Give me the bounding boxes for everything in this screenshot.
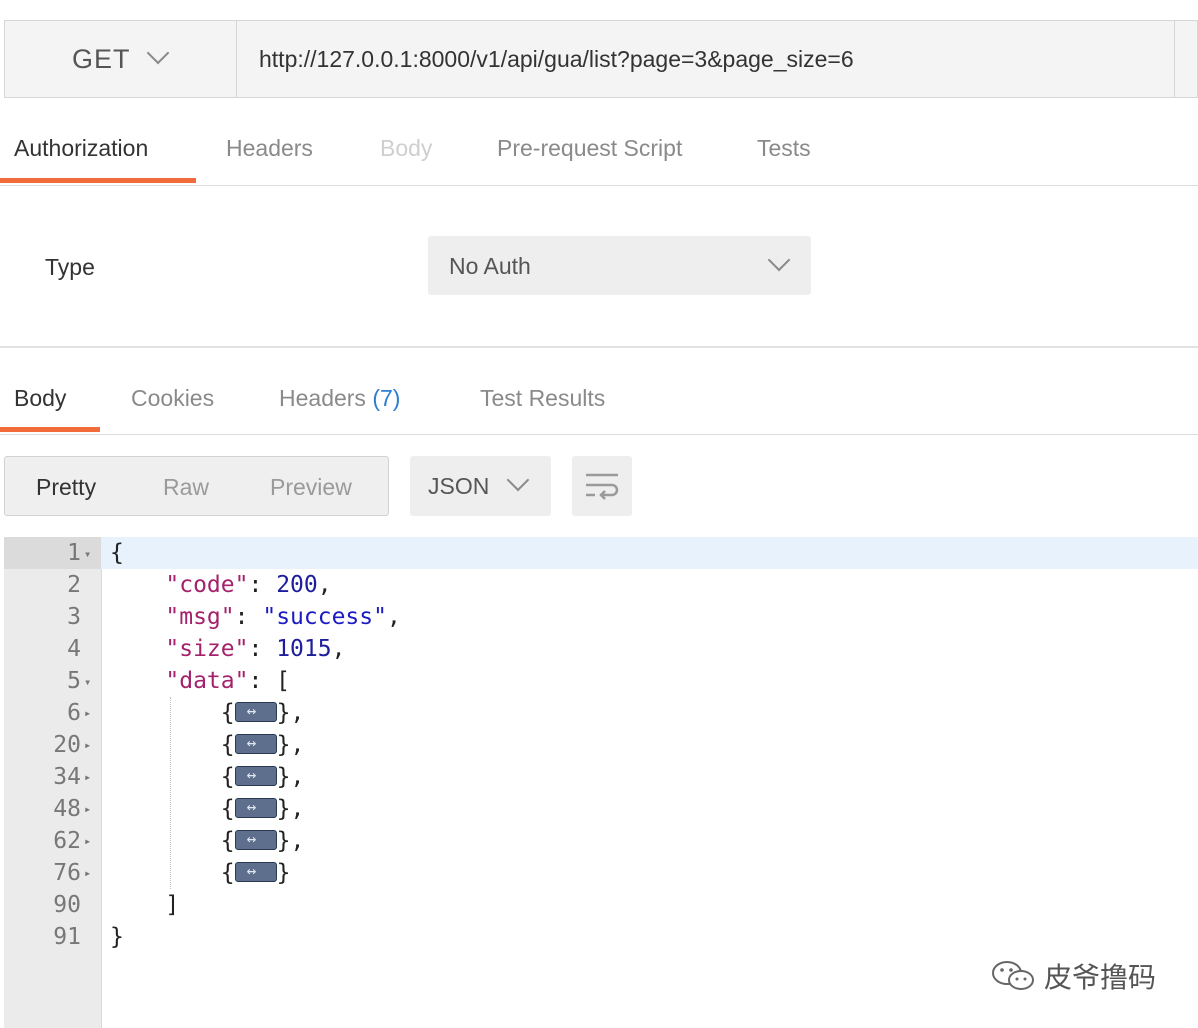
headers-label: Headers	[279, 385, 366, 411]
line-number: 2	[67, 572, 81, 598]
chevron-down-icon	[767, 248, 791, 272]
line-number: 3	[67, 604, 81, 630]
code-line: 2 "code": 200,	[4, 569, 1198, 601]
tab-test-results[interactable]: Test Results	[480, 385, 605, 412]
code-text: "data": [	[165, 668, 291, 694]
watermark-text: 皮爷撸码	[1044, 961, 1157, 994]
response-editor[interactable]: 1 ▾ { 2 "code": 200, 3 "msg": "success",…	[4, 537, 1198, 1028]
json-number: 1015	[276, 636, 332, 662]
code-text: {},	[110, 759, 305, 793]
code-line: 5 ▾ "data": [	[4, 665, 1198, 697]
view-mode-segmented: Pretty Raw Preview	[4, 456, 389, 516]
preview-button[interactable]: Preview	[270, 474, 352, 501]
code-text: "msg": "success",	[165, 604, 401, 630]
code-line: 3 "msg": "success",	[4, 601, 1198, 633]
wrap-lines-button[interactable]	[572, 456, 632, 516]
auth-type-label: Type	[45, 254, 95, 280]
chevron-down-icon	[146, 41, 170, 65]
chevron-down-icon	[506, 468, 530, 492]
fold-closed-icon[interactable]: ▸	[84, 761, 91, 793]
json-key: "size"	[165, 636, 249, 662]
code-text: "size": 1015,	[165, 636, 346, 662]
code-line: 4 "size": 1015,	[4, 633, 1198, 665]
code-line: 90 ]	[4, 889, 1198, 921]
collapsed-object-icon[interactable]	[234, 695, 277, 727]
tab-headers[interactable]: Headers	[226, 135, 313, 162]
wrap-icon	[586, 473, 619, 500]
json-key: "data"	[165, 668, 249, 694]
tab-response-body[interactable]: Body	[14, 385, 66, 412]
fold-closed-icon[interactable]: ▸	[84, 825, 91, 857]
active-tab-indicator	[0, 178, 196, 183]
wechat-icon	[992, 961, 1034, 990]
pretty-button[interactable]: Pretty	[36, 474, 96, 501]
code-line: 20 ▸ {},	[4, 727, 1198, 761]
line-number: 76	[53, 860, 81, 886]
collapsed-object-icon[interactable]	[234, 791, 277, 823]
code-line: 6 ▸ {},	[4, 695, 1198, 729]
line-number: 91	[53, 924, 81, 950]
code-text: {},	[110, 791, 305, 825]
line-number: 34	[53, 764, 81, 790]
tab-tests[interactable]: Tests	[757, 135, 811, 162]
request-tabs: Authorization Headers Body Pre-request S…	[0, 100, 1198, 186]
json-string: "success"	[262, 604, 387, 630]
line-number: 20	[53, 732, 81, 758]
fold-closed-icon[interactable]: ▸	[84, 793, 91, 825]
method-label: GET	[72, 43, 131, 74]
fold-closed-icon[interactable]: ▸	[84, 857, 91, 889]
line-number: 62	[53, 828, 81, 854]
fold-closed-icon[interactable]: ▸	[84, 729, 91, 761]
collapsed-object-icon[interactable]	[234, 759, 277, 791]
code-line: 62 ▸ {},	[4, 823, 1198, 857]
code-line: 91 }	[4, 921, 1198, 953]
tab-pre-request-script[interactable]: Pre-request Script	[497, 135, 682, 162]
json-key: "msg"	[165, 604, 235, 630]
line-number: 1	[67, 540, 81, 566]
tab-authorization[interactable]: Authorization	[14, 135, 148, 162]
active-tab-indicator	[0, 427, 100, 432]
code-text: {	[110, 540, 124, 566]
tab-response-headers[interactable]: Headers (7)	[279, 385, 400, 412]
response-tabs: Body Cookies Headers (7) Test Results	[0, 348, 1198, 435]
code-line: 1 ▾ {	[4, 537, 1198, 569]
line-number: 6	[67, 700, 81, 726]
raw-button[interactable]: Raw	[163, 474, 209, 501]
format-dropdown[interactable]: JSON	[410, 456, 551, 516]
code-text: {}	[110, 855, 291, 889]
line-number: 4	[67, 636, 81, 662]
method-dropdown[interactable]: GET	[5, 21, 237, 97]
auth-type-value: No Auth	[449, 253, 531, 279]
collapsed-object-icon[interactable]	[234, 855, 277, 887]
url-input[interactable]: http://127.0.0.1:8000/v1/api/gua/list?pa…	[237, 21, 1175, 97]
format-value: JSON	[428, 473, 490, 499]
tab-body[interactable]: Body	[380, 135, 432, 162]
line-number: 90	[53, 892, 81, 918]
line-number: 5	[67, 668, 81, 694]
json-number: 200	[276, 572, 318, 598]
request-bar: GET http://127.0.0.1:8000/v1/api/gua/lis…	[4, 20, 1198, 98]
code-text: {},	[110, 823, 305, 857]
code-text: ]	[110, 892, 180, 918]
fold-open-icon[interactable]: ▾	[84, 666, 91, 698]
json-key: "code"	[165, 572, 249, 598]
fold-open-icon[interactable]: ▾	[84, 538, 91, 570]
collapsed-object-icon[interactable]	[234, 727, 277, 759]
headers-count-badge: (7)	[372, 385, 401, 411]
collapsed-object-icon[interactable]	[234, 823, 277, 855]
code-line: 34 ▸ {},	[4, 759, 1198, 793]
line-number: 48	[53, 796, 81, 822]
code-line: 76 ▸ {}	[4, 855, 1198, 889]
fold-closed-icon[interactable]: ▸	[84, 697, 91, 729]
auth-type-dropdown[interactable]: No Auth	[428, 236, 811, 295]
code-text: "code": 200,	[165, 572, 332, 598]
code-line: 48 ▸ {},	[4, 791, 1198, 825]
code-text: }	[110, 924, 124, 950]
tab-cookies[interactable]: Cookies	[131, 385, 214, 412]
code-text: {},	[110, 695, 305, 729]
code-text: {},	[110, 727, 305, 761]
